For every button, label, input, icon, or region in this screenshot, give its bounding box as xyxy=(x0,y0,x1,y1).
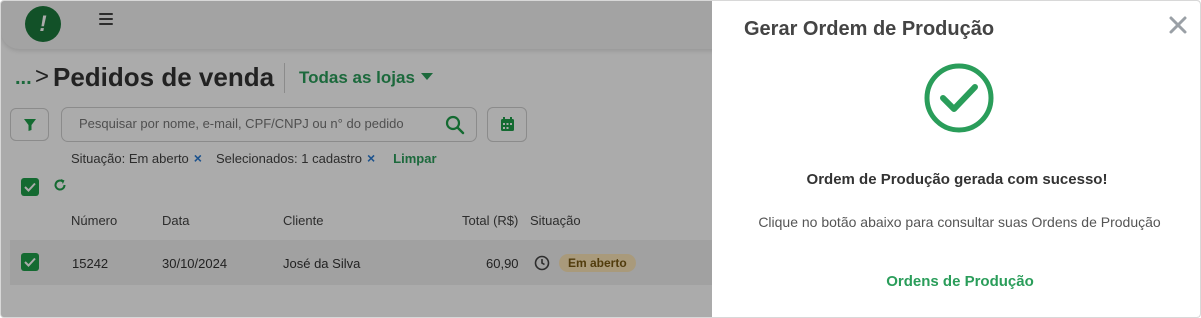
screen: ! ... > Pedidos de venda Todas as lojas … xyxy=(0,0,1201,318)
info-text: Clique no botão abaixo para consultar su… xyxy=(758,214,1161,230)
production-order-modal: Gerar Ordem de Produção Ordem de Produçã… xyxy=(712,1,1200,317)
close-icon[interactable] xyxy=(1166,13,1190,37)
production-orders-link[interactable]: Ordens de Produção xyxy=(712,273,1200,290)
success-message: Ordem de Produção gerada com sucesso! xyxy=(806,171,1108,188)
check-circle-icon xyxy=(924,63,994,133)
modal-title: Gerar Ordem de Produção xyxy=(744,18,995,40)
modal-backdrop[interactable] xyxy=(1,1,712,317)
